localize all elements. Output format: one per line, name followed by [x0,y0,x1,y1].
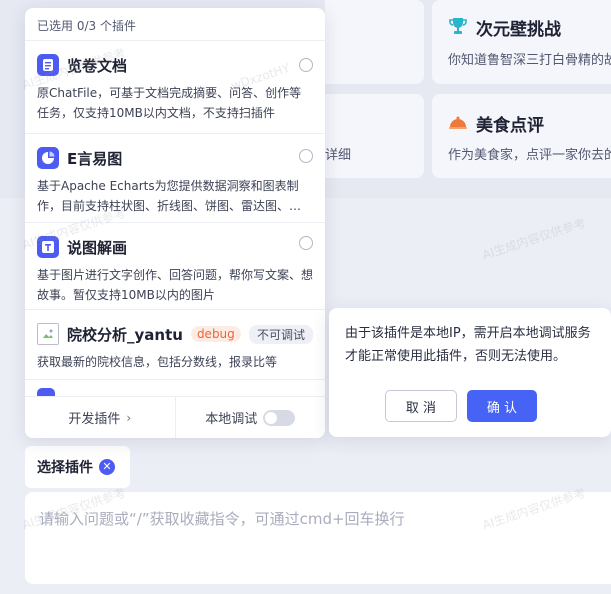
app-card-dimension-challenge[interactable]: 次元壁挑战 你知道鲁智深三打白骨精的故 [432,0,611,84]
panel-footer: 开发插件 › 本地调试 [25,396,325,438]
plugin-desc: 基于Apache Echarts为您提供数据洞察和图表制作，目前支持柱状图、折线… [37,179,313,213]
dialog-message: 由于该插件是本地IP，需开启本地调试服务才能正常使用此插件，否则无法使用。 [345,326,591,364]
cancel-button[interactable]: 取 消 [385,390,457,422]
plugin-name: 院校分析_yantu [67,325,183,344]
food-cloche-icon [448,112,468,132]
plugin-item[interactable]: 说图解画 基于图片进行文字创作、回答问题，帮你写文案、想故事。暂仅支持10MB以… [25,223,325,310]
plugin-radio[interactable] [299,236,313,250]
plugin-name: 览卷文档 [67,56,128,75]
select-plugin-label: 选择插件 [37,460,93,476]
card-title: 次元壁挑战 [476,20,561,40]
pie-chart-icon [37,147,59,169]
local-debug-control: 本地调试 [174,397,326,438]
trophy-icon [448,16,468,36]
card-desc-fragment: 详细 [325,148,352,163]
local-debug-confirm-dialog: 由于该插件是本地IP，需开启本地调试服务才能正常使用此插件，否则无法使用。 取 … [329,308,611,437]
app-card-partial[interactable] [325,0,424,84]
plugin-radio[interactable] [299,58,313,72]
plugin-item[interactable]: E言易图 基于Apache Echarts为您提供数据洞察和图表制作，目前支持柱… [25,134,325,223]
plugin-desc: 基于图片进行文字创作、回答问题，帮你写文案、想故事。暂仅支持10MB以内的图片 [37,268,313,302]
broken-image-icon [37,323,59,345]
dev-plugin-label: 开发插件 [68,412,121,427]
local-debug-label: 本地调试 [205,412,258,427]
plugin-radio[interactable] [299,149,313,163]
app-card-food-review[interactable]: 美食点评 作为美食家，点评一家你去的 [432,94,611,178]
local-debug-toggle[interactable] [263,409,296,426]
close-icon[interactable]: ✕ [99,459,115,475]
plugin-desc: 原ChatFile，可基于文档完成摘要、问答、创作等任务，仅支持10MB以内文档… [37,86,302,120]
confirm-button[interactable]: 确 认 [467,390,537,422]
plugin-desc: 获取最新的院校信息，包括分数线，报录比等 [37,355,278,369]
dev-plugin-link[interactable]: 开发插件 › [25,397,175,438]
app-card-partial[interactable]: 详细 [325,94,424,178]
card-desc: 你知道鲁智深三打白骨精的故 [448,53,611,68]
plugin-selector-panel: 已选用 0/3 个插件 览卷文档 原ChatFile，可基于文档完成摘要、问答、… [25,8,325,438]
plugin-item[interactable]: 院校分析_yantu debug 不可调试 获取最新的院校信息，包括分数线，报录… [25,310,325,380]
chevron-right-icon: › [126,410,132,425]
image-text-icon [37,236,59,258]
debug-tag: debug [190,326,241,342]
card-title: 美食点评 [476,116,544,136]
chat-input-placeholder: 请输入问题或“/”获取收藏指令，可通过cmd+回车换行 [39,510,405,528]
select-plugin-chip[interactable]: 选择插件 ✕ [25,446,130,488]
plugin-item[interactable]: 览卷文档 原ChatFile，可基于文档完成摘要、问答、创作等任务，仅支持10M… [25,41,325,134]
document-icon [37,54,59,76]
panel-header: 已选用 0/3 个插件 [25,8,325,41]
watermark: AI生成内容仅供参考 [480,215,588,263]
chat-input[interactable]: 请输入问题或“/”获取收藏指令，可通过cmd+回车换行 [25,492,611,584]
plugin-name: 说图解画 [67,238,128,257]
card-desc: 作为美食家，点评一家你去的 [448,148,611,163]
plugin-name: E言易图 [67,149,123,168]
debug-status-badge: 不可调试 [248,324,313,344]
